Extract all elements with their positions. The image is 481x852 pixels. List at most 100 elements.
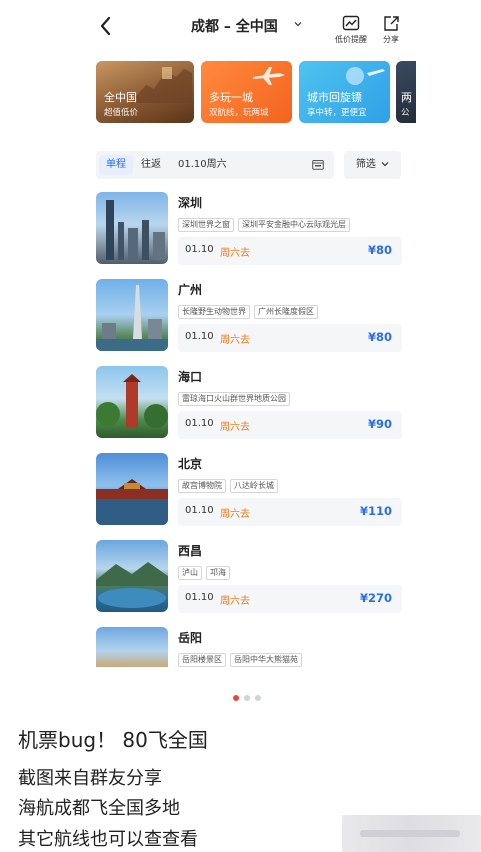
chevron-down-icon bbox=[381, 162, 389, 167]
attraction-tag: 岳阳中华大熊猫苑 bbox=[230, 653, 302, 667]
attraction-tag: 深圳世界之窗 bbox=[178, 218, 234, 232]
card-title: 两 bbox=[401, 91, 412, 104]
price-bar[interactable]: 01.10 周六去 ¥270 bbox=[178, 585, 402, 613]
attraction-tags: 岳阳楼景区 岳阳中华大熊猫苑 bbox=[178, 647, 306, 667]
flight-weekday: 周六去 bbox=[220, 248, 250, 259]
flight-price: ¥80 bbox=[367, 330, 392, 344]
skyline-image bbox=[106, 200, 165, 260]
card-title: 城市回旋镖 bbox=[307, 91, 362, 104]
attraction-tag: 邛海 bbox=[206, 566, 230, 580]
attraction-tag: 岳阳楼景区 bbox=[178, 653, 226, 667]
chevron-down-icon[interactable] bbox=[293, 19, 303, 29]
attraction-tags: 泸山 邛海 bbox=[178, 560, 234, 580]
filter-button[interactable]: 筛选 bbox=[344, 151, 401, 179]
city-name: 广州 bbox=[178, 283, 203, 297]
list-item[interactable]: 广州 长隆野生动物世界 广州长隆度假区 01.10 周六去 ¥80 bbox=[96, 279, 402, 355]
attraction-tags: 故宫博物院 八达岭长城 bbox=[178, 473, 282, 493]
post-title: 机票bug！ 80飞全国 bbox=[18, 728, 208, 752]
flight-price: ¥90 bbox=[367, 417, 392, 431]
post-text-line: 海航成都飞全国多地 bbox=[18, 798, 180, 819]
post-text-line: 截图来自群友分享 bbox=[18, 768, 162, 789]
tab-oneway[interactable]: 单程 bbox=[99, 155, 133, 175]
card-subtitle: 超值低价 bbox=[104, 108, 139, 118]
pager-dot[interactable] bbox=[244, 695, 250, 701]
forbidden-city-image bbox=[96, 479, 168, 525]
lake-image bbox=[96, 562, 168, 608]
flight-price: ¥110 bbox=[359, 504, 392, 518]
city-photo bbox=[96, 540, 168, 612]
app-screenshot: 成都 – 全中国 低价提醒 分享 全中国 超值低价 多玩一城 双航线，玩两城 城… bbox=[83, 0, 416, 690]
attraction-tag: 八达岭长城 bbox=[230, 479, 278, 493]
price-bar[interactable]: 01.10 周六去 ¥110 bbox=[178, 498, 402, 526]
trip-type-tabs: 单程 往返 01.10周六 bbox=[96, 151, 334, 179]
card-boomerang[interactable]: 城市回旋镖 享中转，更便宜 bbox=[299, 61, 390, 123]
route-title[interactable]: 成都 – 全中国 bbox=[191, 16, 278, 36]
attraction-tag: 雷琼海口火山群世界地质公园 bbox=[178, 392, 290, 406]
attraction-tag: 泸山 bbox=[178, 566, 202, 580]
attraction-tags: 雷琼海口火山群世界地质公园 bbox=[178, 386, 294, 406]
city-photo bbox=[96, 279, 168, 351]
flight-date: 01.10 bbox=[185, 244, 214, 255]
back-arrow-icon[interactable] bbox=[97, 14, 115, 38]
attraction-tags: 深圳世界之窗 深圳平安金融中心云际观光层 bbox=[178, 212, 354, 232]
tower-image bbox=[96, 374, 168, 428]
city-name: 西昌 bbox=[178, 544, 203, 558]
post-text-line: 其它航线也可以查查看 bbox=[18, 829, 198, 850]
list-item[interactable]: 海口 雷琼海口火山群世界地质公园 01.10 周六去 ¥90 bbox=[96, 366, 402, 442]
price-alert-button[interactable]: 低价提醒 bbox=[335, 15, 367, 45]
great-wall-image bbox=[132, 67, 192, 103]
flight-date: 01.10 bbox=[185, 331, 214, 342]
city-name: 岳阳 bbox=[178, 631, 203, 645]
top-bar: 成都 – 全中国 低价提醒 分享 bbox=[83, 0, 416, 55]
city-photo bbox=[96, 453, 168, 525]
list-item[interactable]: 深圳 深圳世界之窗 深圳平安金融中心云际观光层 01.10 周六去 ¥80 bbox=[96, 192, 402, 268]
category-cards: 全中国 超值低价 多玩一城 双航线，玩两城 城市回旋镖 享中转，更便宜 两 公 bbox=[96, 61, 416, 123]
flight-weekday: 周六去 bbox=[220, 335, 250, 346]
blurred-watermark bbox=[342, 815, 481, 852]
attraction-tags: 长隆野生动物世界 广州长隆度假区 bbox=[178, 299, 322, 319]
city-photo bbox=[96, 366, 168, 438]
share-button[interactable]: 分享 bbox=[382, 15, 400, 45]
city-name: 北京 bbox=[178, 457, 203, 471]
price-bar[interactable]: 01.10 周六去 ¥80 bbox=[178, 237, 402, 265]
price-bar[interactable]: 01.10 周六去 ¥80 bbox=[178, 324, 402, 352]
card-all-china[interactable]: 全中国 超值低价 bbox=[96, 61, 194, 123]
card-title: 全中国 bbox=[104, 91, 137, 104]
pager-dot[interactable] bbox=[255, 695, 261, 701]
share-icon bbox=[384, 16, 399, 31]
canton-tower-image bbox=[96, 285, 168, 351]
price-alert-label: 低价提醒 bbox=[335, 35, 367, 44]
attraction-tag: 广州长隆度假区 bbox=[254, 305, 318, 319]
city-photo bbox=[96, 192, 168, 264]
flight-price: ¥80 bbox=[367, 243, 392, 257]
attraction-tag: 长隆野生动物世界 bbox=[178, 305, 250, 319]
flight-price: ¥270 bbox=[359, 591, 392, 605]
image-pager bbox=[233, 695, 273, 703]
card-subtitle: 享中转，更便宜 bbox=[307, 108, 367, 118]
pager-dot-active[interactable] bbox=[233, 695, 239, 701]
globe-icon bbox=[346, 67, 385, 85]
flight-date: 01.10 bbox=[185, 418, 214, 429]
plane-icon bbox=[253, 67, 285, 85]
card-partial[interactable]: 两 公 bbox=[396, 61, 416, 123]
filter-label: 筛选 bbox=[355, 159, 376, 170]
card-multi-city[interactable]: 多玩一城 双航线，玩两城 bbox=[201, 61, 292, 123]
list-item[interactable]: 西昌 泸山 邛海 01.10 周六去 ¥270 bbox=[96, 540, 402, 616]
price-bar[interactable]: 01.10 周六去 ¥90 bbox=[178, 411, 402, 439]
trip-options: 单程 往返 01.10周六 筛选 bbox=[96, 151, 402, 179]
city-photo bbox=[96, 627, 168, 667]
list-item[interactable]: 北京 故宫博物院 八达岭长城 01.10 周六去 ¥110 bbox=[96, 453, 402, 529]
attraction-tag: 深圳平安金融中心云际观光层 bbox=[238, 218, 350, 232]
date-selector[interactable]: 01.10周六 bbox=[178, 155, 238, 175]
flight-date: 01.10 bbox=[185, 592, 214, 603]
tab-roundtrip[interactable]: 往返 bbox=[136, 155, 166, 175]
calendar-icon[interactable] bbox=[312, 159, 324, 170]
chart-bell-icon bbox=[342, 15, 360, 31]
attraction-tag: 故宫博物院 bbox=[178, 479, 226, 493]
share-label: 分享 bbox=[383, 35, 399, 44]
flight-date: 01.10 bbox=[185, 505, 214, 516]
page: 成都 – 全中国 低价提醒 分享 全中国 超值低价 多玩一城 双航线，玩两城 城… bbox=[0, 0, 481, 852]
list-item[interactable]: 岳阳 岳阳楼景区 岳阳中华大熊猫苑 bbox=[96, 627, 402, 667]
city-name: 深圳 bbox=[178, 196, 203, 210]
flight-weekday: 周六去 bbox=[220, 596, 250, 607]
